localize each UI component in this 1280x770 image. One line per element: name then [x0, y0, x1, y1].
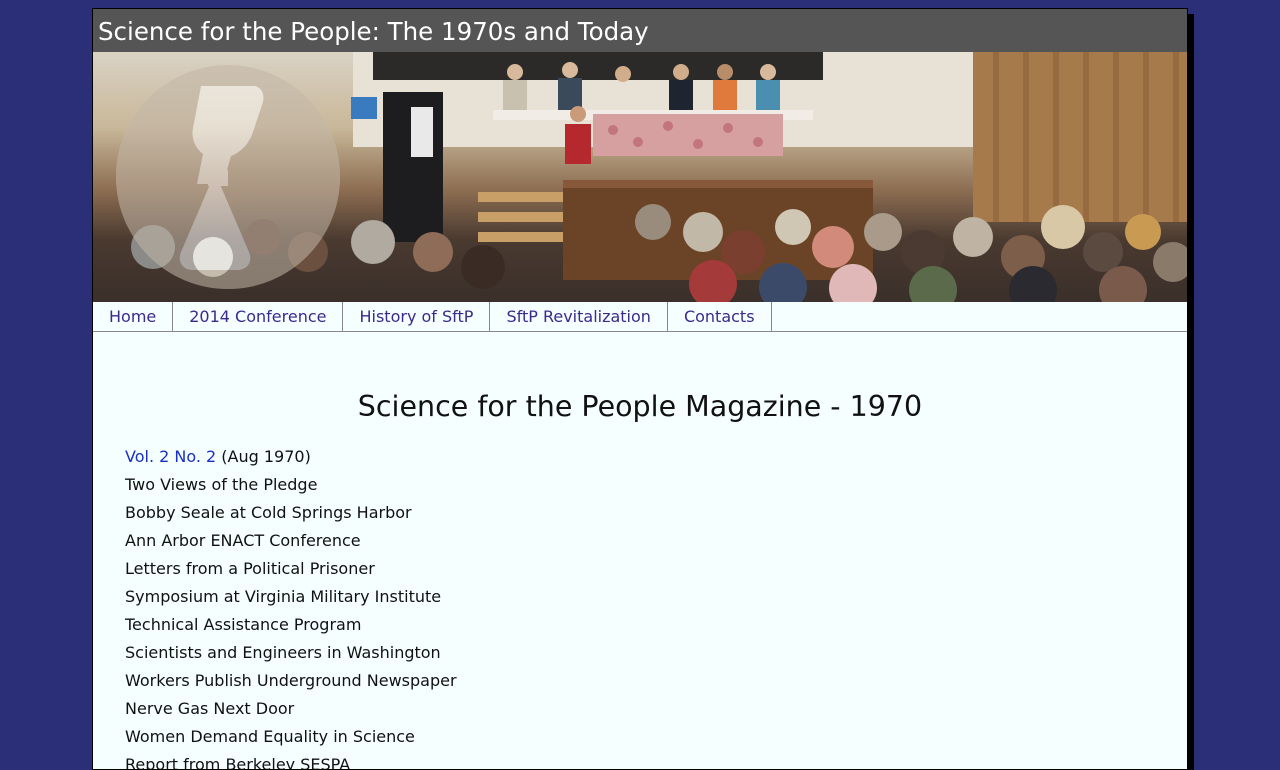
- issue-contents: Vol. 2 No. 2 (Aug 1970) Two Views of the…: [93, 443, 1187, 770]
- nav-contacts[interactable]: Contacts: [668, 302, 772, 331]
- nav-2014-conference[interactable]: 2014 Conference: [173, 302, 344, 331]
- page-container: Science for the People: The 1970s and To…: [92, 8, 1188, 770]
- article-item: Technical Assistance Program: [125, 615, 362, 634]
- article-item: Workers Publish Underground Newspaper: [125, 671, 457, 690]
- page-title: Science for the People Magazine - 1970: [357, 390, 923, 423]
- nav-history[interactable]: History of SftP: [343, 302, 491, 331]
- article-item: Two Views of the Pledge: [125, 475, 318, 494]
- main-nav: Home 2014 Conference History of SftP Sft…: [93, 302, 1187, 332]
- issue-heading: Vol. 2 No. 2 (Aug 1970): [125, 443, 1187, 471]
- issue-date: (Aug 1970): [221, 447, 311, 466]
- article-item: Women Demand Equality in Science: [125, 727, 415, 746]
- article-item: Letters from a Political Prisoner: [125, 559, 375, 578]
- article-item: Symposium at Virginia Military Institute: [125, 587, 442, 606]
- article-item: Ann Arbor ENACT Conference: [125, 531, 361, 550]
- conference-photo-image: [116, 52, 1187, 302]
- article-item: Bobby Seale at Cold Springs Harbor: [125, 503, 412, 522]
- nav-revitalization[interactable]: SftP Revitalization: [490, 302, 668, 331]
- sftp-fist-logo: [116, 65, 340, 289]
- banner-photo: [93, 52, 1187, 302]
- article-item: Nerve Gas Next Door: [125, 699, 295, 718]
- article-item: Report from Berkeley SESPA: [125, 755, 351, 770]
- nav-home[interactable]: Home: [93, 302, 174, 331]
- issue-link[interactable]: Vol. 2 No. 2: [125, 447, 216, 466]
- site-title: Science for the People: The 1970s and To…: [93, 9, 1187, 52]
- article-item: Scientists and Engineers in Washington: [125, 643, 441, 662]
